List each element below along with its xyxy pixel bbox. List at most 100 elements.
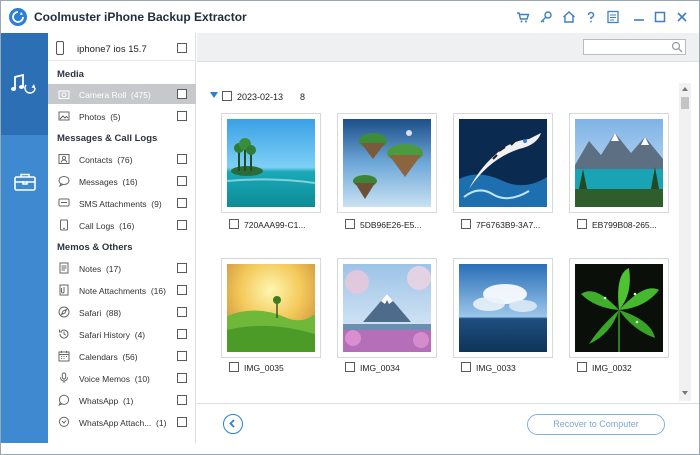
category-photos[interactable]: Photos (5) — [48, 106, 196, 126]
maximize-icon[interactable] — [652, 9, 668, 25]
back-button[interactable] — [223, 414, 243, 434]
category-checkbox[interactable] — [177, 111, 187, 121]
scroll-thumb[interactable] — [681, 97, 689, 109]
history-icon — [59, 329, 69, 339]
date-group-checkbox[interactable] — [222, 91, 232, 101]
category-label: WhatsApp (1) — [79, 396, 134, 406]
category-safari-history[interactable]: Safari History (4) — [48, 324, 196, 344]
section-title-memos: Memos & Others — [57, 242, 133, 253]
device-checkbox[interactable] — [177, 43, 187, 53]
whatsapp-attachment-icon — [58, 416, 70, 427]
app-window: Coolmuster iPhone Backup Extractor iphon… — [0, 0, 700, 455]
vertical-scrollbar[interactable] — [679, 83, 691, 401]
category-checkbox[interactable] — [177, 154, 187, 164]
music-icon — [11, 73, 36, 94]
photo-thumbnail[interactable] — [453, 258, 553, 358]
photo-thumbnail[interactable] — [453, 113, 553, 213]
category-messages[interactable]: Messages (16) — [48, 171, 196, 191]
search-bar — [197, 33, 699, 62]
rail-item-media[interactable] — [1, 33, 48, 135]
category-whatsapp-attachments[interactable]: WhatsApp Attach... (1) — [48, 412, 196, 432]
photo-thumbnail[interactable] — [337, 113, 437, 213]
category-label: Photos (5) — [79, 112, 121, 122]
phone-call-icon — [60, 219, 68, 231]
category-camera-roll[interactable]: Camera Roll (475) — [48, 84, 196, 104]
photo-image — [575, 264, 663, 352]
photo-checkbox[interactable] — [345, 219, 355, 229]
scroll-up-arrow-icon[interactable] — [682, 87, 688, 91]
rail-item-toolbox[interactable] — [1, 135, 48, 237]
device-name: iphone7 ios 15.7 — [77, 44, 147, 55]
photo-image — [227, 119, 315, 207]
category-safari[interactable]: Safari (88) — [48, 302, 196, 322]
category-checkbox[interactable] — [177, 263, 187, 273]
category-label: Camera Roll (475) — [79, 90, 151, 100]
category-voice-memos[interactable]: Voice Memos (10) — [48, 368, 196, 388]
category-checkbox[interactable] — [177, 285, 187, 295]
category-contacts[interactable]: Contacts (76) — [48, 149, 196, 169]
footer-bar: Recover to Computer — [197, 403, 699, 443]
category-calendars[interactable]: Calendars (56) — [48, 346, 196, 366]
help-icon[interactable] — [583, 9, 599, 25]
category-notes[interactable]: Notes (17) — [48, 258, 196, 278]
home-icon[interactable] — [561, 9, 577, 25]
photo-checkbox[interactable] — [229, 362, 239, 372]
minimize-icon[interactable] — [631, 9, 647, 25]
photo-thumbnail[interactable] — [221, 258, 321, 358]
category-sms-attachments[interactable]: SMS Attachments (9) — [48, 193, 196, 213]
arrow-left-icon — [229, 419, 235, 428]
photo-thumbnail[interactable] — [221, 113, 321, 213]
microphone-icon — [60, 372, 68, 383]
category-label: Safari (88) — [79, 308, 122, 318]
key-icon[interactable] — [538, 9, 554, 25]
feedback-icon[interactable] — [605, 9, 621, 25]
photo-icon — [58, 111, 70, 121]
photo-checkbox[interactable] — [229, 219, 239, 229]
category-checkbox[interactable] — [177, 176, 187, 186]
photo-image — [459, 119, 547, 207]
category-checkbox[interactable] — [177, 307, 187, 317]
collapse-arrow-icon[interactable] — [210, 92, 218, 98]
category-checkbox[interactable] — [177, 351, 187, 361]
photo-thumbnail[interactable] — [569, 113, 669, 213]
photo-name: IMG_0033 — [476, 363, 516, 373]
category-checkbox[interactable] — [177, 329, 187, 339]
category-checkbox[interactable] — [177, 417, 187, 427]
photo-checkbox[interactable] — [345, 362, 355, 372]
category-whatsapp[interactable]: WhatsApp (1) — [48, 390, 196, 410]
title-bar: Coolmuster iPhone Backup Extractor — [1, 1, 699, 33]
category-checkbox[interactable] — [177, 395, 187, 405]
photo-name: IMG_0032 — [592, 363, 632, 373]
photo-image — [227, 264, 315, 352]
recover-to-computer-button[interactable]: Recover to Computer — [527, 414, 665, 435]
date-group-header: 2023-02-13 8 — [197, 89, 677, 105]
category-label: Contacts (76) — [79, 155, 133, 165]
photo-image — [343, 264, 431, 352]
calendar-icon — [58, 351, 70, 362]
photo-image — [575, 119, 663, 207]
category-checkbox[interactable] — [177, 373, 187, 383]
category-checkbox[interactable] — [177, 89, 187, 99]
photo-thumbnail[interactable] — [569, 258, 669, 358]
photo-checkbox[interactable] — [577, 362, 587, 372]
close-icon[interactable] — [674, 9, 690, 25]
photo-thumbnail[interactable] — [337, 258, 437, 358]
category-label: SMS Attachments (9) — [79, 199, 162, 209]
photo-checkbox[interactable] — [461, 219, 471, 229]
photo-name: EB799B08-265... — [592, 220, 657, 230]
photo-name: 7F6763B9-3A7... — [476, 220, 541, 230]
category-call-logs[interactable]: Call Logs (16) — [48, 215, 196, 235]
category-checkbox[interactable] — [177, 220, 187, 230]
scroll-down-arrow-icon[interactable] — [682, 391, 688, 395]
photo-image — [343, 119, 431, 207]
photo-checkbox[interactable] — [461, 362, 471, 372]
search-icon[interactable] — [671, 41, 683, 53]
photo-checkbox[interactable] — [577, 219, 587, 229]
sms-attachment-icon — [58, 198, 70, 207]
section-title-media: Media — [57, 69, 84, 80]
device-row[interactable]: iphone7 ios 15.7 — [48, 33, 196, 61]
category-note-attachments[interactable]: Note Attachments (16) — [48, 280, 196, 300]
cart-icon[interactable] — [515, 9, 531, 25]
category-checkbox[interactable] — [177, 198, 187, 208]
toolbox-icon — [14, 173, 36, 191]
